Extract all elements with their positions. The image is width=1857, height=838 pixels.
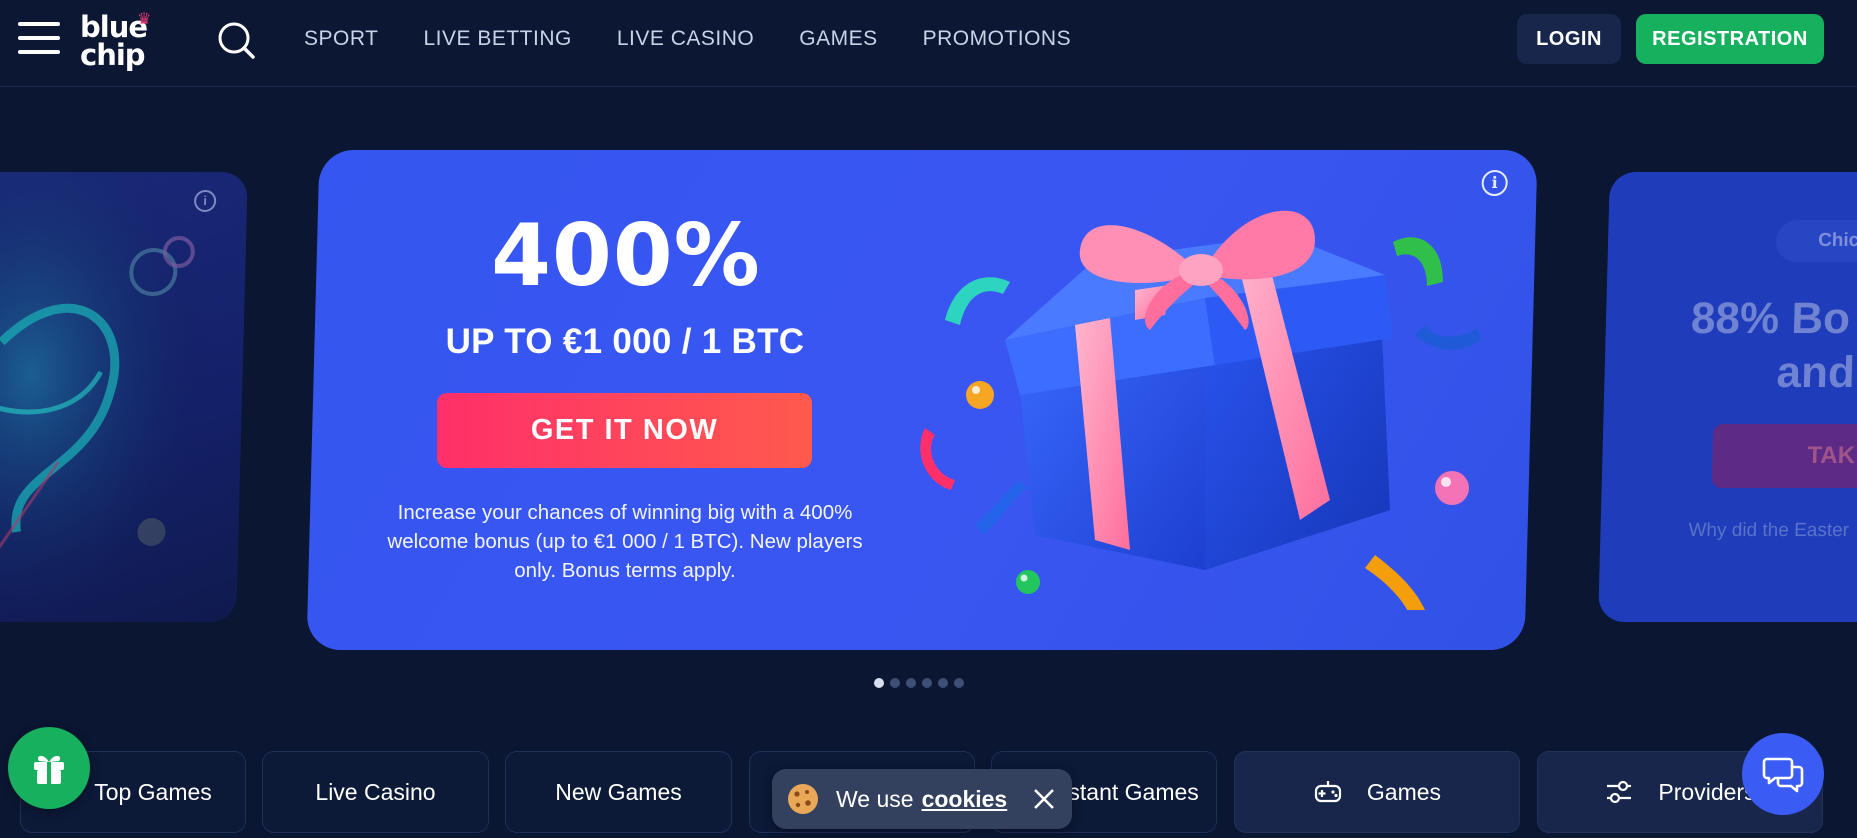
sliders-icon [1604,777,1634,807]
slider-dot[interactable] [890,678,900,688]
gift-box-illustration [920,210,1481,610]
bonus-gift-button[interactable] [8,727,90,809]
logo[interactable]: blue chip ♛ [80,10,160,72]
gamepad-icon [1313,777,1343,807]
slide-text: Why did the Easter [1688,520,1850,541]
chat-icon [1762,757,1804,793]
dragon-artwork [0,172,248,622]
category-label: Top Games [94,778,212,805]
registration-button[interactable]: REGISTRATION [1636,14,1824,64]
nav-games[interactable]: GAMES [799,25,877,53]
category-new-games[interactable]: New Games [505,751,732,833]
promo-title: 400% [491,206,761,306]
promo-description: Increase your chances of winning big wit… [387,501,863,582]
cookie-policy-link[interactable]: cookies [922,786,1008,813]
slide-title-line-1: 88% Bo [1690,294,1851,343]
slide-title-line-2: and [1776,348,1856,397]
cookie-text: We use [836,785,914,812]
category-label: Games [1366,778,1442,805]
cookie-banner: We use cookies [772,769,1072,829]
nav-promotions[interactable]: PROMOTIONS [923,25,1072,53]
category-label: New Games [555,778,682,805]
slide-button[interactable]: TAK [1711,424,1857,488]
main-nav: SPORT LIVE BETTING LIVE CASINO GAMES PRO… [304,25,1116,53]
crown-icon: ♛ [137,11,152,28]
get-it-now-button[interactable]: GET IT NOW [437,393,812,468]
category-games[interactable]: Games [1234,751,1520,833]
cookie-icon [786,782,820,816]
category-label: Providers [1658,778,1756,805]
slide-chip: Chic [1775,220,1857,262]
promo-subtitle: UP TO €1 000 / 1 BTC [445,322,805,361]
slider-dot[interactable] [954,678,964,688]
category-live-casino[interactable]: Live Casino [262,751,489,833]
slider-dot[interactable] [938,678,948,688]
header: blue chip ♛ SPORT LIVE BETTING LIVE CASI… [0,0,1857,87]
close-icon[interactable] [1033,788,1055,810]
nav-live-casino[interactable]: LIVE CASINO [617,25,754,53]
login-button[interactable]: LOGIN [1517,14,1621,64]
slider-dot[interactable] [922,678,932,688]
slide-previous[interactable]: i [0,172,248,622]
slider-dot[interactable] [874,678,884,688]
slide-next[interactable]: Chic 88% Bo and TAK Why did the Easter [1598,172,1857,622]
slider-dot[interactable] [906,678,916,688]
nav-live-betting[interactable]: LIVE BETTING [423,25,571,53]
nav-sport[interactable]: SPORT [304,25,378,53]
search-icon[interactable] [216,20,256,60]
logo-line-2: chip [80,38,146,72]
category-label: Live Casino [315,778,436,805]
gift-icon [34,755,64,784]
chat-button[interactable] [1742,733,1824,815]
menu-icon[interactable] [18,20,60,56]
slider-pagination [874,678,964,688]
